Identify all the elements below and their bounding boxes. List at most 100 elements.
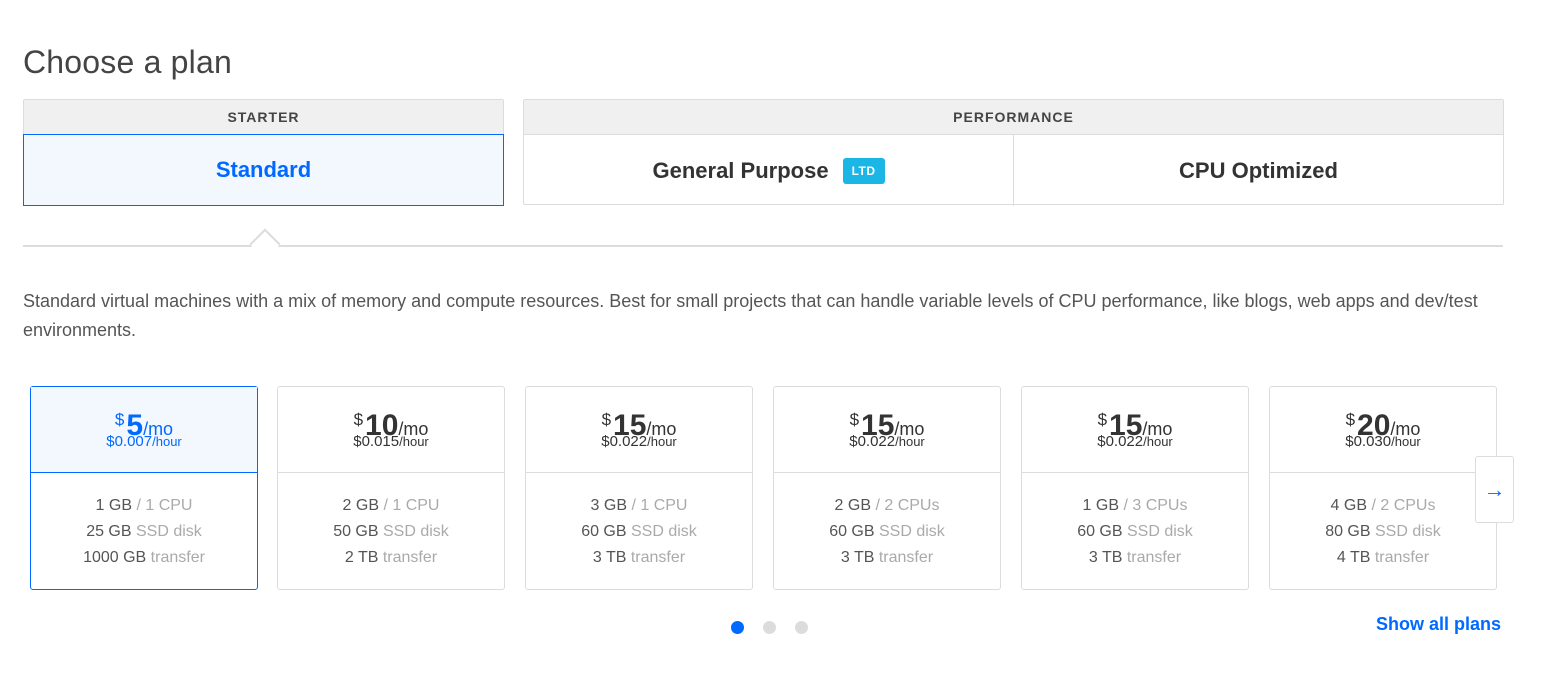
plan-price-section: $10/mo $0.015/hour <box>278 387 504 473</box>
plan-monthly-price: $5/mo <box>31 404 257 442</box>
spec-transfer-label: transfer <box>1126 549 1182 566</box>
spec-memory: 1 GB <box>1082 497 1119 514</box>
pagination-dot[interactable] <box>731 621 744 634</box>
plan-card[interactable]: $15/mo $0.022/hour 2 GB / 2 CPUs 60 GB SSD … <box>773 386 1001 590</box>
spec-disk-row: 80 GB SSD disk <box>1270 519 1496 545</box>
tab-label: General Purpose <box>652 157 829 183</box>
spec-transfer: 3 TB <box>1088 549 1123 566</box>
spec-memory-cpu: 4 GB / 2 CPUs <box>1270 493 1496 519</box>
spec-disk-row: 60 GB SSD disk <box>526 519 752 545</box>
currency-symbol: $ <box>114 410 125 429</box>
spec-memory-cpu: 3 GB / 1 CPU <box>526 493 752 519</box>
spec-cpu: / 1 CPU <box>383 497 440 514</box>
hourly-unit: /hour <box>1143 434 1173 449</box>
spec-disk: 80 GB <box>1325 523 1371 540</box>
plan-hourly-price: $0.030/hour <box>1270 433 1496 450</box>
hourly-amount: $0.022 <box>1097 433 1144 450</box>
spec-transfer-row: 3 TB transfer <box>1022 545 1248 571</box>
page-title: Choose a plan <box>23 44 232 80</box>
ltd-badge: LTD <box>842 157 885 184</box>
plan-price-section: $20/mo $0.030/hour <box>1270 387 1496 473</box>
currency-symbol: $ <box>849 410 860 429</box>
spec-disk-label: SSD disk <box>136 523 202 540</box>
plan-specs: 2 GB / 1 CPU 50 GB SSD disk 2 TB transfer <box>278 473 504 571</box>
pagination-dot[interactable] <box>763 621 776 634</box>
spec-memory-cpu: 1 GB / 1 CPU <box>31 493 257 519</box>
plan-hourly-price: $0.022/hour <box>1022 433 1248 450</box>
plan-card[interactable]: $20/mo $0.030/hour 4 GB / 2 CPUs 80 GB SSD … <box>1269 386 1497 590</box>
plan-monthly-price: $10/mo <box>278 404 504 442</box>
currency-symbol: $ <box>353 410 364 429</box>
plan-hourly-price: $0.007/hour <box>31 433 257 450</box>
spec-transfer-row: 1000 GB transfer <box>31 545 257 571</box>
spec-transfer-row: 3 TB transfer <box>774 545 1000 571</box>
category-header-performance: PERFORMANCE <box>524 100 1503 135</box>
plan-monthly-price: $20/mo <box>1270 404 1496 442</box>
spec-disk-row: 60 GB SSD disk <box>1022 519 1248 545</box>
spec-memory-cpu: 2 GB / 1 CPU <box>278 493 504 519</box>
spec-cpu: / 3 CPUs <box>1123 497 1188 514</box>
spec-transfer: 2 TB <box>344 549 379 566</box>
plan-specs: 1 GB / 1 CPU 25 GB SSD disk 1000 GB transf… <box>31 473 257 571</box>
hourly-amount: $0.030 <box>1345 433 1392 450</box>
show-all-plans-link[interactable]: Show all plans <box>1376 614 1501 635</box>
spec-transfer-label: transfer <box>382 549 438 566</box>
spec-disk: 60 GB <box>829 523 875 540</box>
spec-disk-row: 25 GB SSD disk <box>31 519 257 545</box>
plan-specs: 3 GB / 1 CPU 60 GB SSD disk 3 TB transfer <box>526 473 752 571</box>
spec-transfer-label: transfer <box>878 549 934 566</box>
spec-memory: 4 GB <box>1330 497 1367 514</box>
spec-disk-row: 50 GB SSD disk <box>278 519 504 545</box>
plan-hourly-price: $0.015/hour <box>278 433 504 450</box>
spec-cpu: / 1 CPU <box>631 497 688 514</box>
currency-symbol: $ <box>601 410 612 429</box>
spec-disk-row: 60 GB SSD disk <box>774 519 1000 545</box>
plan-monthly-price: $15/mo <box>526 404 752 442</box>
spec-disk-label: SSD disk <box>631 523 697 540</box>
plan-card[interactable]: $15/mo $0.022/hour 3 GB / 1 CPU 60 GB SSD d… <box>525 386 753 590</box>
spec-cpu: / 1 CPU <box>136 497 193 514</box>
spec-transfer: 3 TB <box>592 549 627 566</box>
spec-transfer-row: 4 TB transfer <box>1270 545 1496 571</box>
hourly-unit: /hour <box>1391 434 1421 449</box>
spec-transfer-row: 2 TB transfer <box>278 545 504 571</box>
hourly-amount: $0.022 <box>849 433 896 450</box>
plan-specs: 4 GB / 2 CPUs 80 GB SSD disk 4 TB transfer <box>1270 473 1496 571</box>
spec-transfer: 1000 GB <box>83 549 147 566</box>
plan-description: Standard virtual machines with a mix of … <box>23 291 1478 340</box>
plan-price-section: $15/mo $0.022/hour <box>1022 387 1248 473</box>
tab-cpu-optimized[interactable]: CPU Optimized <box>1013 135 1503 206</box>
spec-disk: 60 GB <box>1077 523 1123 540</box>
hourly-unit: /hour <box>895 434 925 449</box>
plan-specs: 2 GB / 2 CPUs 60 GB SSD disk 3 TB transfer <box>774 473 1000 571</box>
spec-disk-label: SSD disk <box>383 523 449 540</box>
plan-card[interactable]: $15/mo $0.022/hour 1 GB / 3 CPUs 60 GB SSD … <box>1021 386 1249 590</box>
currency-symbol: $ <box>1345 410 1356 429</box>
plan-card[interactable]: $10/mo $0.015/hour 2 GB / 1 CPU 50 GB SSD d… <box>277 386 505 590</box>
spec-cpu: / 2 CPUs <box>1371 497 1436 514</box>
category-starter: STARTER Standard <box>23 99 504 206</box>
spec-memory-cpu: 2 GB / 2 CPUs <box>774 493 1000 519</box>
plan-price-section: $15/mo $0.022/hour <box>526 387 752 473</box>
category-header-starter: STARTER <box>24 100 503 135</box>
category-performance: PERFORMANCE General Purpose LTD CPU Opti… <box>523 99 1504 206</box>
plan-specs: 1 GB / 3 CPUs 60 GB SSD disk 3 TB transfer <box>1022 473 1248 571</box>
spec-disk: 25 GB <box>86 523 132 540</box>
plan-monthly-price: $15/mo <box>774 404 1000 442</box>
plan-hourly-price: $0.022/hour <box>774 433 1000 450</box>
next-plans-button[interactable]: → <box>1475 456 1514 523</box>
spec-disk: 60 GB <box>581 523 627 540</box>
tab-standard[interactable]: Standard <box>23 134 504 206</box>
arrow-right-icon: → <box>1483 476 1506 502</box>
spec-memory: 2 GB <box>342 497 379 514</box>
spec-transfer-label: transfer <box>1374 549 1430 566</box>
hourly-unit: /hour <box>399 434 429 449</box>
spec-disk-label: SSD disk <box>1375 523 1441 540</box>
spec-disk-label: SSD disk <box>1127 523 1193 540</box>
pagination-dot[interactable] <box>795 621 808 634</box>
plan-card[interactable]: $5/mo $0.007/hour 1 GB / 1 CPU 25 GB SSD di… <box>30 386 258 590</box>
tab-general-purpose[interactable]: General Purpose LTD <box>524 135 1013 206</box>
plan-hourly-price: $0.022/hour <box>526 433 752 450</box>
hourly-amount: $0.015 <box>353 433 400 450</box>
section-divider <box>23 245 1503 247</box>
